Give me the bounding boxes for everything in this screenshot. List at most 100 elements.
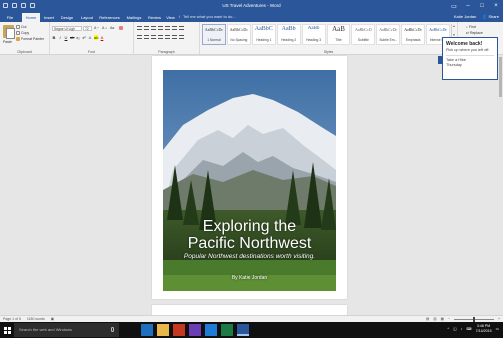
- superscript-button[interactable]: x²: [82, 35, 86, 40]
- tab-references[interactable]: References: [97, 13, 122, 22]
- read-mode-icon[interactable]: ▤: [426, 317, 429, 321]
- volume-icon[interactable]: ♪: [461, 327, 463, 331]
- paste-button[interactable]: Paste: [3, 40, 12, 44]
- style-no-spacing[interactable]: AaBbCcDc No Spacing: [226, 24, 251, 45]
- strikethrough-button[interactable]: ab: [70, 35, 74, 40]
- tab-insert[interactable]: Insert: [41, 13, 57, 22]
- clear-formatting-icon[interactable]: [119, 26, 123, 30]
- cover-subtitle: Popular Northwest destinations worth vis…: [183, 253, 316, 260]
- tab-view[interactable]: View: [164, 13, 177, 22]
- font-color-button[interactable]: A: [100, 35, 104, 40]
- bold-button[interactable]: B: [52, 35, 56, 40]
- tell-me-box[interactable]: ♀ Tell me what you want to do...: [178, 14, 236, 19]
- notifications-icon[interactable]: ▭: [496, 327, 499, 331]
- outlook-icon[interactable]: [205, 324, 217, 336]
- style-heading-3[interactable]: AaBb Heading 3: [301, 24, 326, 45]
- print-layout-icon[interactable]: ▥: [433, 317, 436, 321]
- cut-label: Cut: [21, 25, 27, 29]
- welcome-back-pane[interactable]: Welcome back! Pick up where you left off…: [438, 37, 498, 80]
- line-spacing-icon[interactable]: [165, 35, 170, 39]
- word-icon[interactable]: [237, 324, 249, 336]
- cut-button[interactable]: Cut: [16, 25, 26, 29]
- font-name-field[interactable]: Segoe UI Ligh: [52, 26, 82, 31]
- zoom-in-button[interactable]: +: [498, 317, 500, 321]
- format-painter-button[interactable]: Format Painter: [16, 37, 44, 41]
- sort-icon[interactable]: [172, 26, 177, 30]
- excel-icon[interactable]: [221, 324, 233, 336]
- increase-indent-icon[interactable]: [165, 26, 170, 30]
- zoom-out-button[interactable]: −: [448, 317, 450, 321]
- decrease-indent-icon[interactable]: [158, 26, 163, 30]
- underline-button[interactable]: U: [64, 35, 68, 40]
- text-effects-button[interactable]: A: [88, 35, 92, 40]
- font-size-field[interactable]: 72: [83, 26, 92, 31]
- clipboard-group: Paste Cut Copy Format Painter Clipboard: [0, 22, 50, 55]
- bullets-icon[interactable]: [137, 26, 142, 30]
- clock[interactable]: 3:48 PM 7/14/2015: [476, 324, 492, 334]
- style-heading-1[interactable]: AaBbC Heading 1: [251, 24, 276, 45]
- numbering-icon[interactable]: [144, 26, 149, 30]
- document-page[interactable]: Exploring the Pacific Northwest Popular …: [152, 56, 347, 299]
- ribbon-display-options-icon[interactable]: ▭: [447, 0, 461, 12]
- tab-mailings[interactable]: Mailings: [124, 13, 144, 22]
- style-title[interactable]: AaB Title: [326, 24, 351, 45]
- account-name[interactable]: Katie Jordan: [454, 14, 476, 19]
- show-marks-icon[interactable]: [179, 26, 184, 30]
- chevron-up-icon[interactable]: ▲: [453, 24, 456, 28]
- network-icon[interactable]: ◫: [453, 327, 456, 331]
- document-area[interactable]: Exploring the Pacific Northwest Popular …: [0, 55, 503, 317]
- style-heading-2[interactable]: AaBb Heading 2: [276, 24, 301, 45]
- minimize-button[interactable]: –: [461, 0, 475, 12]
- scroll-thumb[interactable]: [499, 57, 502, 97]
- align-left-icon[interactable]: [137, 35, 142, 39]
- align-center-icon[interactable]: [144, 35, 149, 39]
- start-button[interactable]: [0, 322, 14, 338]
- resume-item-title[interactable]: Take a Hike: [446, 58, 494, 62]
- close-button[interactable]: ×: [489, 0, 503, 12]
- replace-button[interactable]: ⇄ Replace: [466, 31, 483, 35]
- style-sample: AaBbCcDc: [379, 27, 398, 32]
- web-layout-icon[interactable]: ▦: [441, 317, 444, 321]
- microphone-icon[interactable]: [111, 327, 114, 332]
- file-explorer-icon[interactable]: [157, 324, 169, 336]
- find-button[interactable]: ⌕ Find: [466, 25, 476, 29]
- style-normal[interactable]: AaBbCcDc 1 Normal: [202, 24, 226, 45]
- borders-icon[interactable]: [179, 35, 184, 39]
- tab-review[interactable]: Review: [146, 13, 163, 22]
- date: 7/14/2015: [475, 329, 492, 333]
- collapse-tab-icon[interactable]: [438, 56, 443, 64]
- grow-font-button[interactable]: A ^: [94, 26, 99, 30]
- tab-layout[interactable]: Layout: [78, 13, 96, 22]
- zoom-slider[interactable]: [453, 316, 494, 322]
- highlight-button[interactable]: ab: [94, 35, 98, 40]
- style-subtitle[interactable]: AaBbCcD Subtitle: [351, 24, 376, 45]
- paste-icon[interactable]: [3, 25, 15, 39]
- powerpoint-icon[interactable]: [173, 324, 185, 336]
- share-button[interactable]: 👤 Share: [482, 14, 499, 19]
- ime-icon[interactable]: ⌨: [466, 327, 471, 331]
- tray-chevron-icon[interactable]: ^: [448, 327, 450, 331]
- copy-button[interactable]: Copy: [16, 31, 29, 35]
- maximize-button[interactable]: □: [475, 0, 489, 12]
- align-right-icon[interactable]: [151, 35, 156, 39]
- shading-icon[interactable]: [172, 35, 177, 39]
- task-view-icon[interactable]: [141, 324, 153, 336]
- onenote-icon[interactable]: [189, 324, 201, 336]
- italic-button[interactable]: I: [58, 35, 62, 40]
- style-subtle-emphasis[interactable]: AaBbCcDc Subtle Em...: [376, 24, 401, 45]
- taskbar-search[interactable]: Search the web and Windows: [14, 323, 119, 337]
- page-count[interactable]: Page 1 of 5: [3, 317, 21, 321]
- justify-icon[interactable]: [158, 35, 163, 39]
- style-emphasis[interactable]: AaBbCcDc Emphasis: [401, 24, 426, 45]
- tab-home[interactable]: Home: [22, 13, 40, 22]
- change-case-button[interactable]: Aa: [110, 26, 114, 30]
- subscript-button[interactable]: x₂: [76, 35, 80, 40]
- multilevel-list-icon[interactable]: [151, 26, 156, 30]
- vertical-scrollbar[interactable]: [498, 55, 503, 315]
- proofing-icon[interactable]: ▣: [51, 317, 54, 321]
- shrink-font-button[interactable]: Av: [102, 26, 107, 30]
- tab-design[interactable]: Design: [58, 13, 76, 22]
- word-count[interactable]: 1180 words: [27, 317, 45, 321]
- chevron-down-icon[interactable]: ▼: [453, 33, 456, 37]
- tab-file[interactable]: File: [2, 13, 18, 22]
